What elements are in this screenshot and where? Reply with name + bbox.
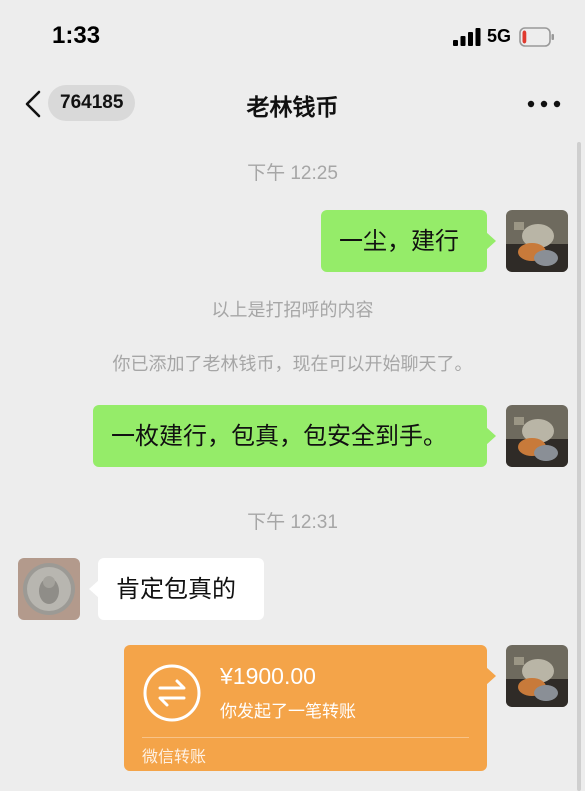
timestamp: 下午 12:25 bbox=[247, 163, 338, 184]
timestamp: 下午 12:31 bbox=[247, 512, 338, 533]
contact-avatar[interactable] bbox=[18, 558, 80, 620]
system-message: 你已添加了老林钱币，现在可以开始聊天了。 bbox=[112, 354, 473, 375]
avatar-image bbox=[18, 558, 80, 620]
more-horizontal-icon bbox=[527, 100, 561, 108]
battery-icon bbox=[519, 27, 554, 47]
outgoing-message[interactable]: 一枚建行，包真，包安全到手。 bbox=[93, 405, 496, 467]
incoming-message[interactable]: 肯定包真的 bbox=[89, 558, 264, 620]
avatar-image bbox=[506, 210, 568, 272]
my-avatar[interactable] bbox=[506, 405, 568, 467]
my-avatar[interactable] bbox=[506, 645, 568, 707]
scrollbar[interactable] bbox=[577, 142, 581, 791]
more-button[interactable] bbox=[524, 92, 564, 116]
status-time: 1:33 bbox=[52, 22, 101, 49]
my-avatar[interactable] bbox=[506, 210, 568, 272]
unread-count-badge[interactable]: 764185 bbox=[48, 85, 136, 121]
network-label: 5G bbox=[487, 26, 512, 46]
system-message: 以上是打招呼的内容 bbox=[211, 300, 374, 321]
chat-header: 764185 老林钱币 bbox=[0, 72, 585, 138]
transfer-card[interactable]: ¥1900.00 你发起了一笔转账 微信转账 bbox=[124, 645, 496, 771]
transfer-footer: 微信转账 bbox=[142, 747, 207, 766]
avatar-image bbox=[506, 405, 568, 467]
chevron-left-icon bbox=[25, 90, 41, 118]
status-bar: 1:33 5G bbox=[0, 0, 585, 72]
outgoing-message[interactable]: 一尘，建行 bbox=[321, 210, 496, 272]
signal-icon bbox=[453, 28, 481, 46]
transfer-arrows-icon bbox=[143, 664, 201, 722]
transfer-description: 你发起了一笔转账 bbox=[220, 702, 356, 722]
back-button[interactable] bbox=[18, 84, 48, 124]
transfer-amount: ¥1900.00 bbox=[220, 663, 316, 689]
avatar-image bbox=[506, 645, 568, 707]
divider bbox=[142, 737, 469, 738]
